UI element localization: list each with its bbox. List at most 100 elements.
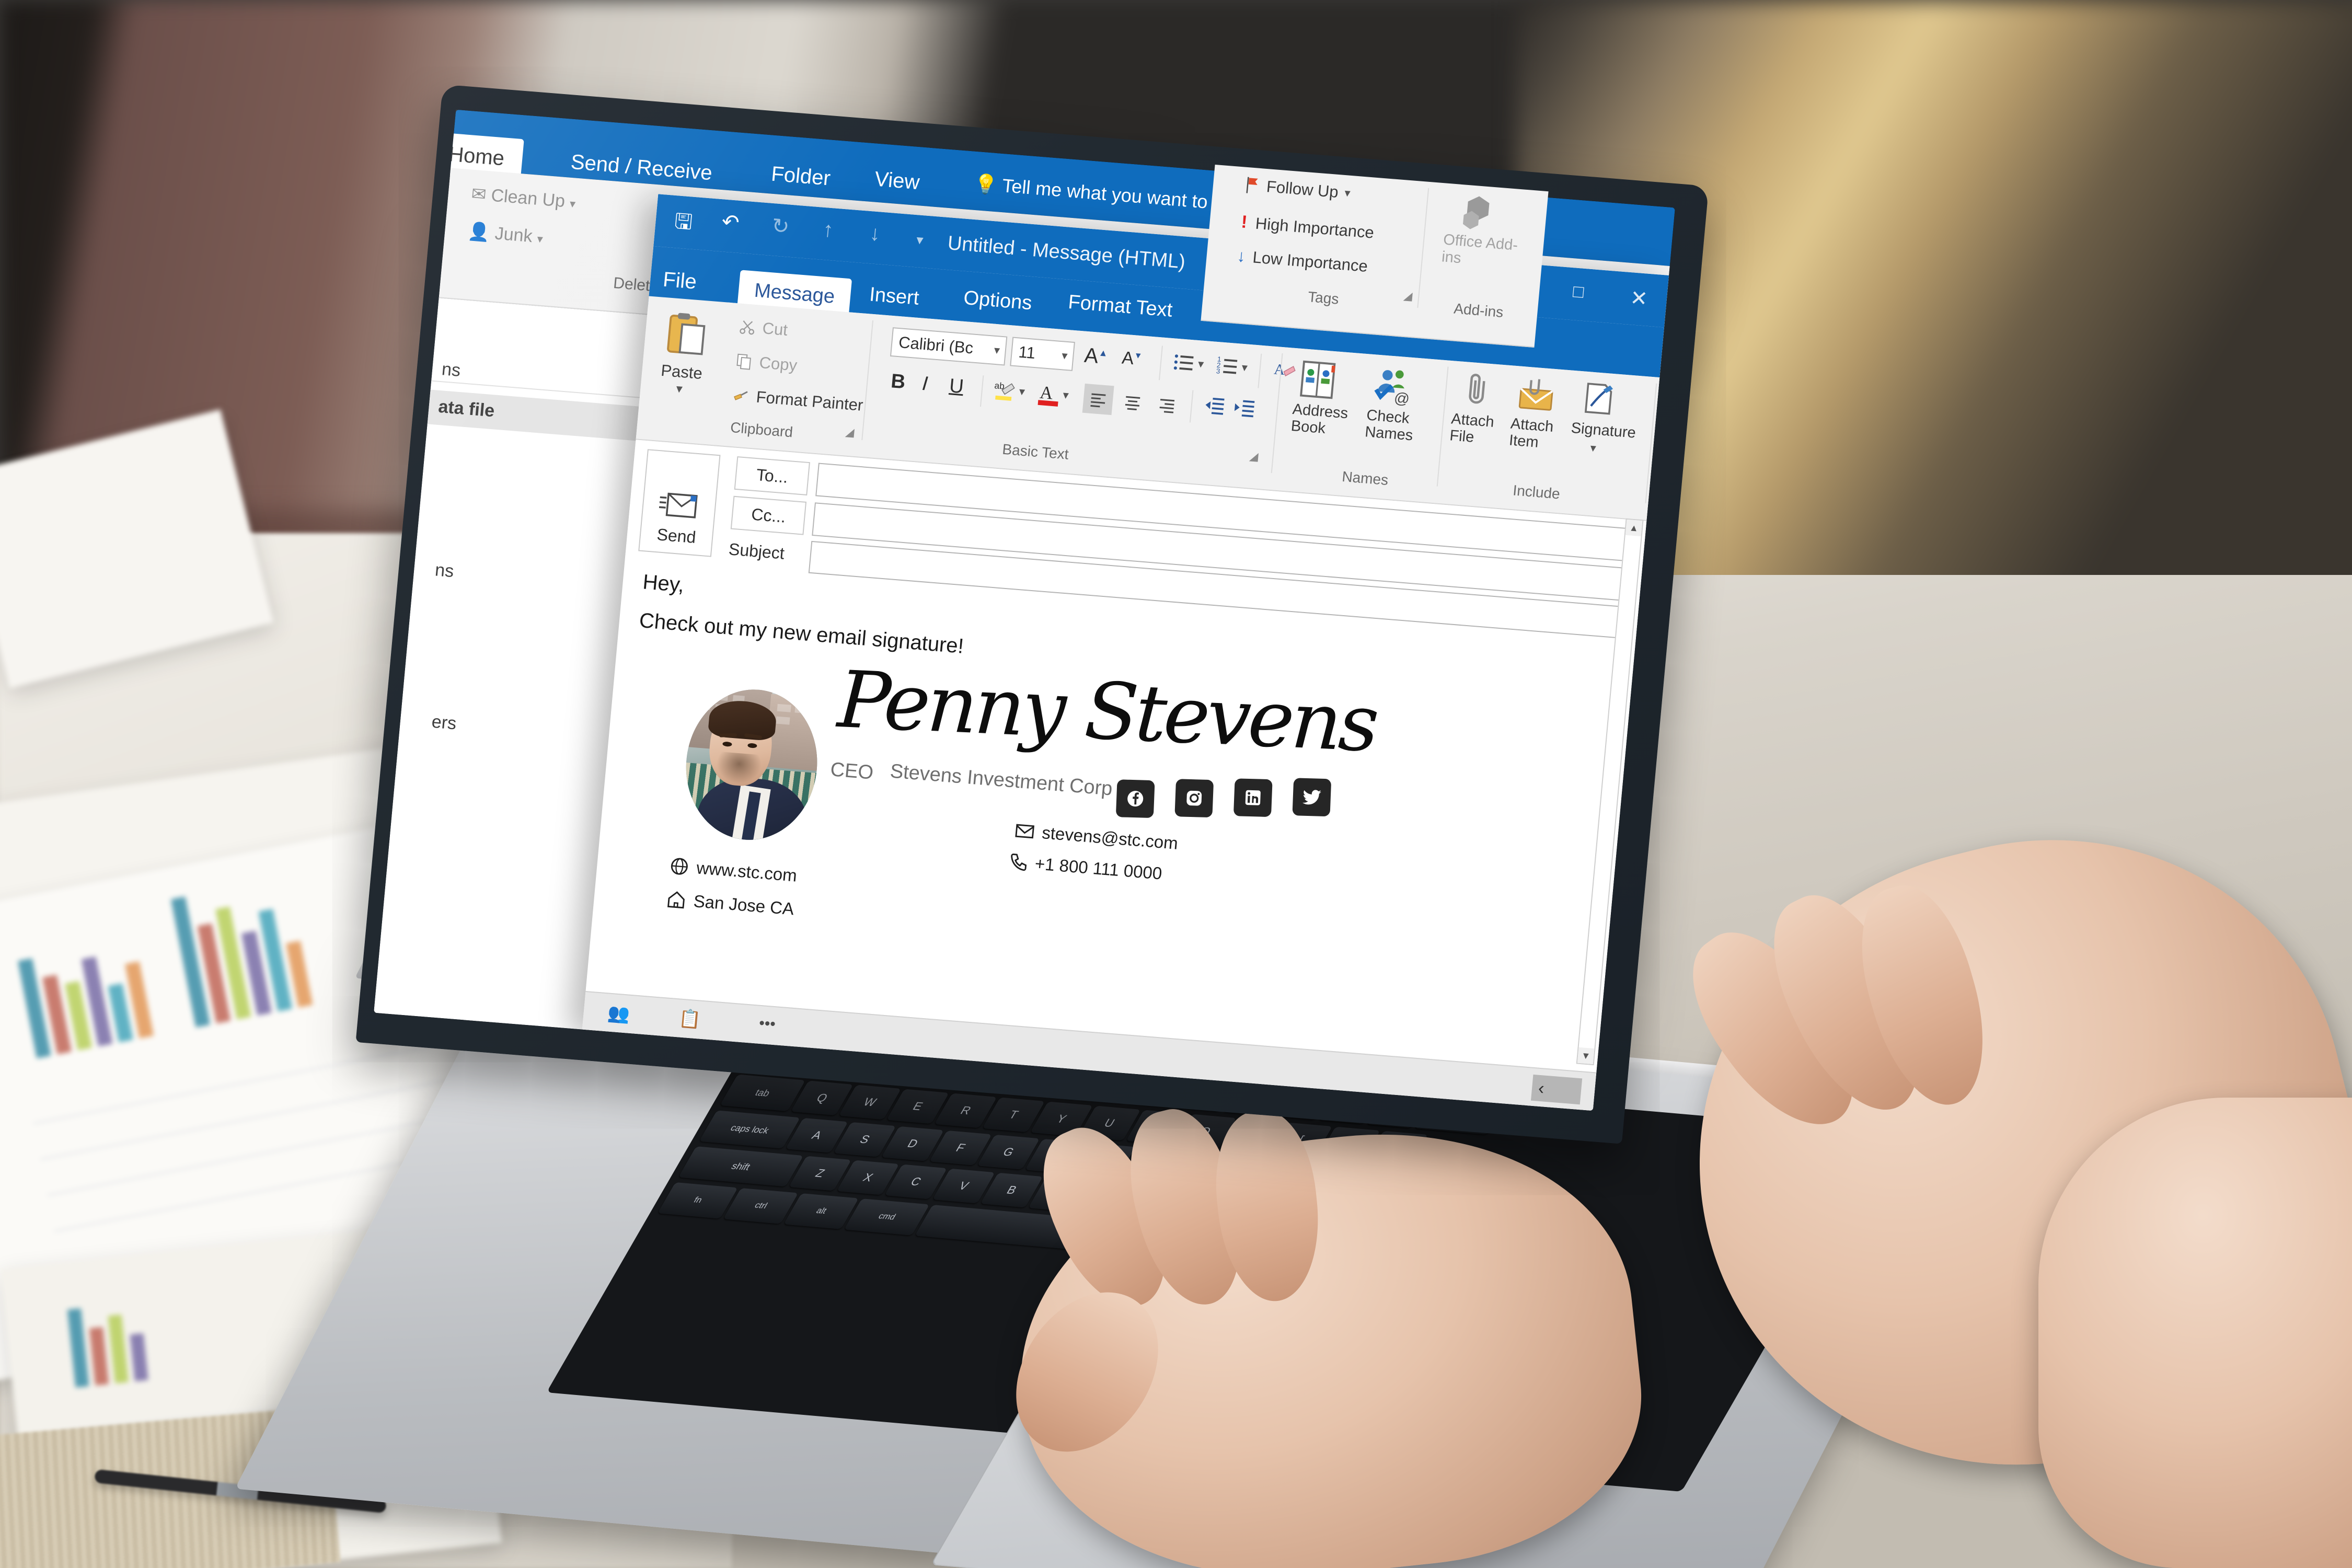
sidebar-item[interactable]: ns xyxy=(434,560,455,582)
high-importance-button[interactable]: ! High Importance xyxy=(1240,212,1375,243)
align-right-button[interactable] xyxy=(1151,389,1183,420)
clean-up-button[interactable]: ✉ Clean Up ▾ xyxy=(470,183,577,213)
customize-qat-icon[interactable]: ▾ xyxy=(916,232,924,248)
align-center-button[interactable] xyxy=(1116,386,1148,418)
format-painter-label: Format Painter xyxy=(755,387,864,414)
previous-item-icon[interactable]: ↑ xyxy=(822,218,834,242)
numbering-button[interactable]: 1 2 3 xyxy=(1215,353,1241,379)
underline-button[interactable]: U xyxy=(948,375,964,398)
font-color-button[interactable]: A xyxy=(1036,380,1062,408)
chevron-down-icon[interactable]: ▾ xyxy=(1019,385,1025,399)
paste-button[interactable]: Paste ▾ xyxy=(659,309,728,396)
font-size-combo[interactable]: 11 ▾ xyxy=(1010,337,1075,371)
phone-icon xyxy=(1011,854,1027,871)
tab-insert[interactable]: Insert xyxy=(869,283,920,309)
text-highlight-button[interactable]: ab xyxy=(992,377,1018,403)
signature-website-text: www.stc.com xyxy=(696,858,798,885)
facebook-icon[interactable] xyxy=(1115,779,1155,818)
cc-button[interactable]: Cc... xyxy=(730,495,807,535)
signature-phone[interactable]: +1 800 111 0000 xyxy=(1007,851,1163,884)
lightbulb-icon: 💡 xyxy=(973,172,999,196)
to-button[interactable]: To... xyxy=(734,456,810,495)
linkedin-icon[interactable] xyxy=(1233,778,1273,817)
chevron-down-icon[interactable]: ▾ xyxy=(1197,357,1204,371)
right-forearm xyxy=(2038,1098,2352,1568)
attach-item-icon xyxy=(1518,379,1553,411)
chevron-down-icon[interactable]: ▾ xyxy=(675,381,683,397)
align-center-icon xyxy=(1125,396,1140,410)
maximize-icon[interactable]: □ xyxy=(1572,281,1585,302)
next-item-icon[interactable]: ↓ xyxy=(869,222,881,246)
tasks-icon[interactable]: 📋 xyxy=(678,1008,702,1031)
grow-font-button[interactable]: A▲ xyxy=(1083,344,1109,369)
sidebar-item[interactable]: ers xyxy=(431,712,457,734)
increase-indent-button[interactable] xyxy=(1232,396,1257,420)
chevron-down-icon[interactable]: ▾ xyxy=(1062,388,1069,402)
clear-formatting-button[interactable]: A xyxy=(1271,357,1297,383)
cut-button[interactable]: Cut xyxy=(737,317,789,339)
subject-label: Subject xyxy=(728,539,786,563)
tab-folder[interactable]: Folder xyxy=(770,163,832,191)
low-importance-button[interactable]: ↓ Low Importance xyxy=(1236,246,1368,276)
font-color-icon: A xyxy=(1037,383,1058,407)
basic-text-dialog-launcher[interactable]: ◢ xyxy=(1249,449,1259,464)
globe-icon xyxy=(671,858,688,875)
scroll-up-icon[interactable]: ▲ xyxy=(1625,519,1643,537)
signature-button[interactable]: Signature ▾ xyxy=(1570,378,1648,455)
overflow-icon[interactable]: ••• xyxy=(758,1014,776,1033)
italic-button[interactable]: I xyxy=(921,373,929,396)
chevron-down-icon[interactable]: ▾ xyxy=(1241,361,1248,375)
decrease-indent-button[interactable] xyxy=(1202,393,1227,418)
clipboard-dialog-launcher[interactable]: ◢ xyxy=(845,425,855,440)
tab-view[interactable]: View xyxy=(874,168,921,195)
instagram-icon[interactable] xyxy=(1174,779,1214,818)
format-painter-button[interactable]: Format Painter xyxy=(731,386,864,415)
tags-dialog-launcher[interactable]: ◢ xyxy=(1403,289,1413,303)
message-body[interactable]: Hey, Check out my new email signature! P… xyxy=(601,566,1594,1070)
undo-icon[interactable]: ↶ xyxy=(721,210,741,235)
tell-me-search[interactable]: 💡 Tell me what you want to do... xyxy=(973,172,1250,216)
tab-file[interactable]: File xyxy=(662,268,698,294)
flag-icon xyxy=(1246,177,1258,193)
close-icon[interactable]: ✕ xyxy=(1629,286,1649,311)
signature-email-text: stevens@stc.com xyxy=(1041,823,1179,853)
twitter-icon[interactable] xyxy=(1292,778,1332,817)
attach-file-button[interactable]: Attach File xyxy=(1449,370,1520,446)
scroll-down-icon[interactable]: ▼ xyxy=(1577,1047,1595,1064)
collapse-ribbon-button[interactable]: ‹ xyxy=(1530,1074,1583,1105)
home-icon xyxy=(667,891,685,909)
shrink-font-button[interactable]: A▼ xyxy=(1121,348,1143,370)
chevron-down-icon[interactable]: ▾ xyxy=(1589,441,1597,455)
chevron-down-icon[interactable]: ▾ xyxy=(1344,186,1351,200)
increase-indent-icon xyxy=(1234,400,1255,418)
names-group-label: Names xyxy=(1341,468,1389,488)
redo-icon[interactable]: ↻ xyxy=(771,214,791,239)
signature-location[interactable]: San Jose CA xyxy=(665,889,795,919)
chevron-down-icon[interactable]: ▾ xyxy=(994,343,1000,358)
align-left-icon xyxy=(1090,393,1106,408)
paperclip-icon xyxy=(1469,374,1485,404)
align-left-button[interactable] xyxy=(1082,383,1114,416)
signature-website[interactable]: www.stc.com xyxy=(668,856,798,885)
junk-button[interactable]: 👤 Junk ▾ xyxy=(467,221,544,247)
sidebar-item[interactable]: ns xyxy=(441,359,462,381)
check-names-button[interactable]: @ Check Names xyxy=(1364,364,1441,444)
signature-email[interactable]: stevens@stc.com xyxy=(1014,821,1179,854)
signature-company: Stevens Investment Corp xyxy=(889,760,1114,800)
follow-up-button[interactable]: Follow Up ▾ xyxy=(1244,176,1351,203)
office-addins-button[interactable]: Office Add-ins xyxy=(1440,190,1532,267)
save-icon[interactable]: 🖫 xyxy=(673,206,694,243)
basic-text-group-label: Basic Text xyxy=(1001,441,1069,463)
bold-button[interactable]: B xyxy=(890,370,906,394)
people-icon[interactable]: 👥 xyxy=(607,1002,631,1025)
font-family-combo[interactable]: Calibri (Bc ▾ xyxy=(890,327,1008,366)
attach-item-button[interactable]: Attach Item xyxy=(1508,375,1579,451)
send-button[interactable]: Send xyxy=(638,449,721,557)
address-book-button[interactable]: Address Book xyxy=(1290,358,1367,437)
copy-button[interactable]: Copy xyxy=(734,351,798,375)
bullets-button[interactable] xyxy=(1171,350,1197,376)
svg-text:A: A xyxy=(1039,383,1054,403)
chevron-down-icon[interactable]: ▾ xyxy=(1061,349,1068,363)
addins-group-label: Add-ins xyxy=(1453,300,1504,321)
svg-text:3: 3 xyxy=(1216,367,1220,375)
